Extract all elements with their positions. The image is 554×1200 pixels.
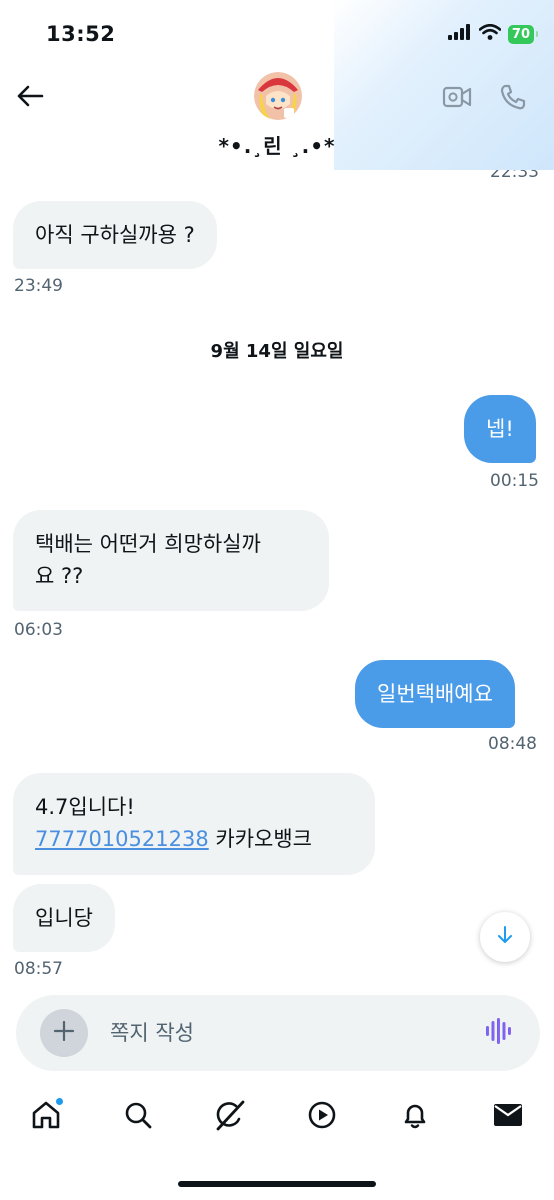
message-text: 4.7입니다! — [35, 795, 135, 819]
message-input[interactable] — [110, 1013, 450, 1053]
message-text: 입니당 — [35, 906, 93, 930]
video-call-button[interactable] — [440, 82, 474, 116]
phone-icon — [499, 83, 527, 115]
tab-notifications[interactable] — [393, 1095, 437, 1139]
message-text: 요 ?? — [35, 564, 84, 588]
home-indicator — [178, 1181, 376, 1187]
status-bar: 13:52 70 — [0, 0, 554, 70]
arrow-left-icon — [16, 84, 44, 112]
message-bubble-outgoing[interactable]: 일번택배예요 — [355, 660, 515, 728]
conversation-header: *•.¸린 ¸.•* — [0, 70, 554, 170]
message-text: 아직 구하실까용 ? — [35, 223, 195, 247]
date-separator: 9월 14일 일요일 — [210, 341, 344, 362]
message-text: 넵! — [486, 417, 514, 441]
message-bubble-incoming[interactable]: 아직 구하실까용 ? — [13, 201, 217, 269]
voice-message-button[interactable] — [482, 1017, 514, 1049]
message-timestamp: 00:15 — [490, 471, 539, 491]
voice-call-button[interactable] — [496, 82, 530, 116]
add-attachment-button[interactable] — [40, 1009, 88, 1057]
message-bubble-incoming[interactable]: 4.7입니다! 7777010521238 카카오뱅크 — [13, 773, 375, 875]
message-bubble-incoming[interactable]: 입니당 — [13, 884, 115, 952]
waveform-icon — [484, 1017, 512, 1049]
envelope-icon — [493, 1102, 523, 1132]
video-play-icon — [307, 1100, 337, 1134]
message-text: 택배는 어떤거 희망하실까 — [35, 532, 261, 556]
message-timestamp: 23:49 — [14, 276, 63, 296]
tab-home[interactable] — [24, 1095, 68, 1139]
arrow-down-icon — [496, 925, 514, 949]
notification-dot — [55, 1097, 64, 1106]
scroll-to-bottom-button[interactable] — [480, 912, 530, 962]
bell-icon — [400, 1100, 430, 1134]
plus-icon — [53, 1020, 75, 1045]
bottom-tab-bar — [0, 1085, 554, 1149]
tab-grok[interactable] — [208, 1095, 252, 1139]
contact-name[interactable]: *•.¸린 ¸.•* — [0, 130, 554, 159]
account-number-link[interactable]: 7777010521238 — [35, 827, 209, 851]
message-bubble-incoming[interactable]: 택배는 어떤거 희망하실까 요 ?? — [13, 510, 329, 611]
status-icons: 70 — [447, 23, 539, 44]
message-text: 일번택배예요 — [377, 682, 493, 706]
message-timestamp: 22:33 — [490, 170, 539, 182]
battery-indicator: 70 — [507, 24, 539, 44]
bank-name: 카카오뱅크 — [215, 827, 312, 851]
message-text: 7777010521238 카카오뱅크 — [35, 823, 353, 855]
tab-messages[interactable] — [486, 1095, 530, 1139]
video-camera-icon — [442, 86, 472, 112]
avatar[interactable] — [254, 72, 302, 120]
tab-video[interactable] — [300, 1095, 344, 1139]
wifi-icon — [478, 23, 502, 44]
status-time: 13:52 — [46, 22, 116, 46]
grok-icon — [214, 1099, 246, 1135]
message-timestamp: 08:48 — [488, 734, 537, 754]
message-timestamp: 08:57 — [14, 959, 63, 979]
message-timestamp: 06:03 — [14, 620, 63, 640]
message-thread[interactable]: 22:33 아직 구하실까용 ? 23:49 9월 14일 일요일 넵! 00:… — [0, 170, 554, 985]
message-composer — [16, 995, 540, 1071]
signal-icon — [447, 24, 472, 44]
message-bubble-outgoing[interactable]: 넵! — [464, 395, 536, 463]
tab-search[interactable] — [116, 1095, 160, 1139]
back-button[interactable] — [14, 82, 46, 114]
search-icon — [123, 1100, 153, 1134]
